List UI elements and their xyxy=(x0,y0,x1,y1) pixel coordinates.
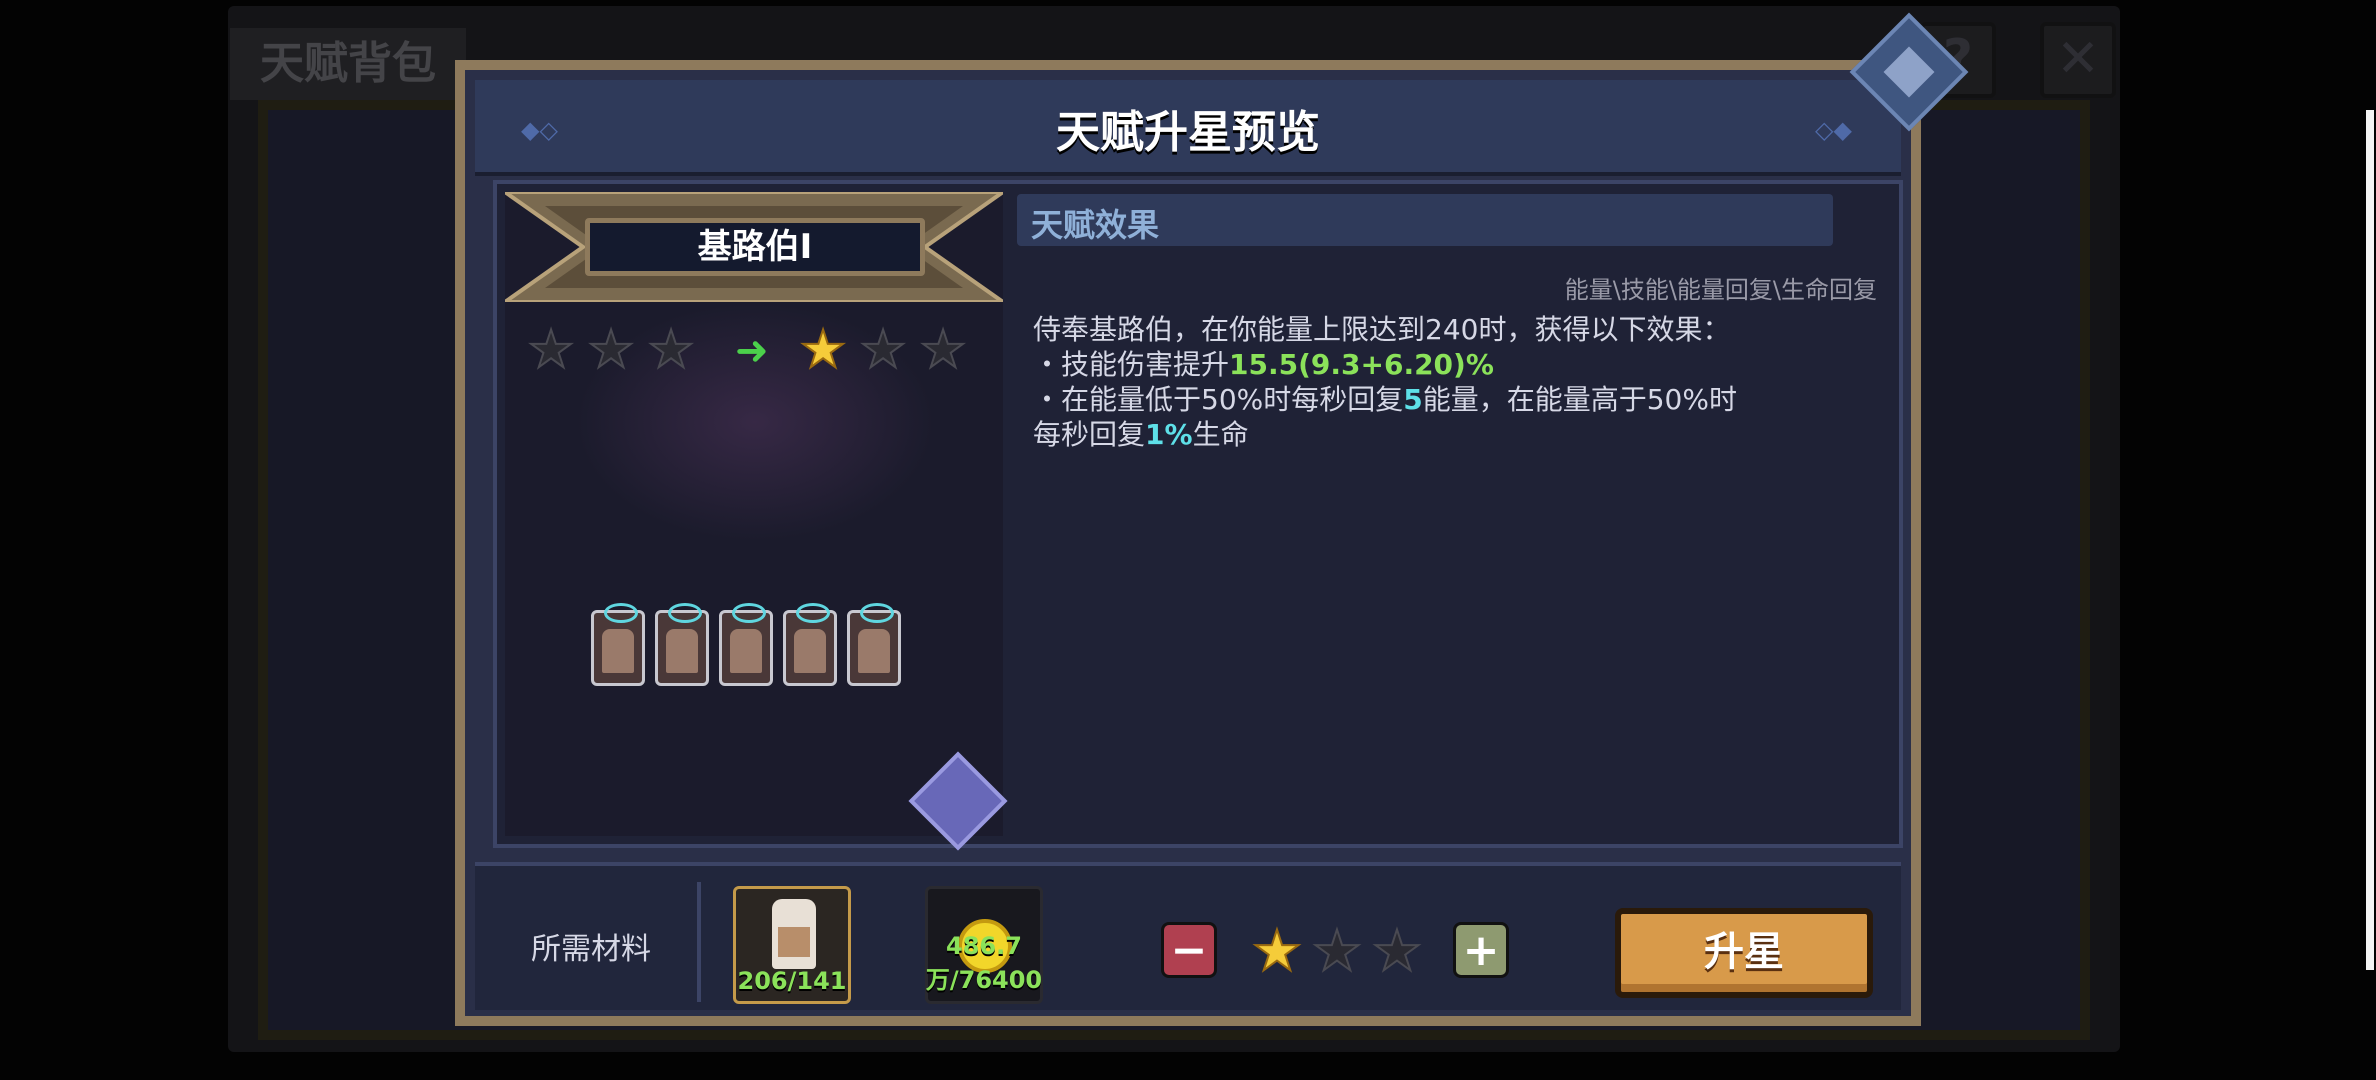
talent-upgrade-dialog: ◆◇ 天赋升星预览 ◇◆ 基路伯I ★ ★ ★ ➜ ★ ★ ★ 天赋效果 能量\… xyxy=(455,12,1969,1026)
cherub-unit-icon xyxy=(655,603,709,686)
cherub-unit-icon xyxy=(847,603,901,686)
desc-bullet-1: ・技能伤害提升15.5(9.3+6.20)% xyxy=(1033,348,1494,381)
increase-star-button[interactable]: + xyxy=(1453,922,1509,978)
footer-divider xyxy=(697,882,701,1002)
header-decoration-right-icon: ◇◆ xyxy=(1815,116,1852,144)
edge-scrollbar[interactable] xyxy=(2366,110,2374,970)
current-star-2-icon: ★ xyxy=(587,320,636,380)
target-star-selector: ★ ★ ★ xyxy=(1249,919,1439,984)
talent-tags: 能量\技能\能量回复\生命回复 xyxy=(1564,276,1877,304)
current-star-1-icon: ★ xyxy=(527,320,576,380)
material-item-gold[interactable]: 486.7万/76400 xyxy=(925,886,1043,1004)
material1-count: 206/141 xyxy=(737,967,847,995)
cherub-unit-icon xyxy=(783,603,837,686)
dialog-content: 基路伯I ★ ★ ★ ➜ ★ ★ ★ 天赋效果 能量\技能\能量回复\生命回复 … xyxy=(493,180,1903,851)
desc-intro: 侍奉基路伯，在你能量上限达到240时，获得以下效果： xyxy=(1033,313,1731,346)
upgrade-star-button[interactable]: 升星 xyxy=(1615,908,1873,998)
target-star-2-icon: ★ xyxy=(1311,919,1363,984)
cherub-unit-icon xyxy=(719,603,773,686)
arrow-right-icon: ➜ xyxy=(735,328,769,374)
next-star-1-icon: ★ xyxy=(799,320,848,380)
star-progress: ★ ★ ★ ➜ ★ ★ ★ xyxy=(525,320,985,384)
desc-bullet-2: ・在能量低于50%时每秒回复5能量，在能量高于50%时 xyxy=(1033,383,1737,416)
decrease-star-button[interactable]: − xyxy=(1161,922,1217,978)
target-star-1-icon: ★ xyxy=(1251,919,1303,984)
effect-header: 天赋效果 xyxy=(1017,194,1833,246)
target-star-3-icon: ★ xyxy=(1371,919,1423,984)
required-materials-label: 所需材料 xyxy=(531,932,651,967)
cherub-unit-icon xyxy=(591,603,645,686)
next-star-2-icon: ★ xyxy=(859,320,908,380)
material2-count: 486.7万/76400 xyxy=(925,932,1043,994)
swap-arrows-icon[interactable] xyxy=(908,751,1008,851)
dialog-title: 天赋升星预览 xyxy=(1056,107,1320,158)
unit-preview xyxy=(591,603,921,690)
cherub-portrait-icon xyxy=(772,899,816,969)
effect-title: 天赋效果 xyxy=(1031,206,1160,244)
dialog-footer: 所需材料 206/141 486.7万/76400 − ★ ★ ★ + 升星 xyxy=(475,862,1901,1010)
dialog-header: ◆◇ 天赋升星预览 ◇◆ xyxy=(475,80,1901,176)
desc-bullet-2-cont: 每秒回复1%生命 xyxy=(1033,418,1249,451)
current-star-3-icon: ★ xyxy=(647,320,696,380)
talent-description: 侍奉基路伯，在你能量上限达到240时，获得以下效果： ・技能伤害提升15.5(9… xyxy=(1033,312,1823,452)
talent-preview-panel: 基路伯I ★ ★ ★ ➜ ★ ★ ★ xyxy=(505,192,1008,851)
next-star-3-icon: ★ xyxy=(919,320,968,380)
talent-name: 基路伯I xyxy=(585,218,925,276)
material-item-cherub[interactable]: 206/141 xyxy=(733,886,851,1004)
talent-name-banner: 基路伯I xyxy=(505,192,1003,302)
